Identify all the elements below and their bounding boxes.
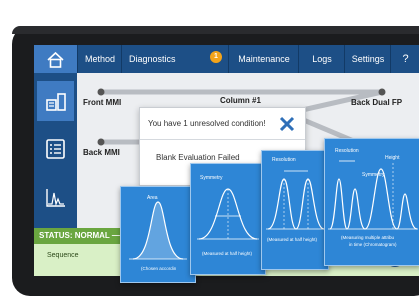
back-mmi-node — [97, 138, 105, 146]
dialog-divider — [140, 139, 305, 140]
sidebar-item-chromatogram[interactable] — [37, 177, 74, 217]
back-dual-fp-label: Back Dual FP — [351, 98, 403, 107]
card-resolution: Resolution (Measured at half height) — [261, 150, 329, 270]
back-mmi-label: Back MMI — [83, 148, 120, 157]
card-symmetry: Symmetry (Measured at half height) — [190, 163, 266, 275]
chromatogram-icon — [46, 189, 65, 207]
card-resolution-caption: (Measured at half height) — [267, 237, 318, 242]
card-multi-attribute: Resolution Height Symmetry (Measuring mu… — [324, 138, 419, 266]
dialog-close-button[interactable] — [277, 114, 297, 134]
card-symmetry-caption: (Measured at half height) — [202, 251, 253, 256]
list-icon — [46, 139, 65, 159]
tab-method[interactable]: Method — [77, 45, 122, 73]
card-area: Area (Chosen accordin — [120, 186, 196, 283]
front-mmi-label: Front MMI — [83, 98, 122, 107]
close-icon — [279, 116, 295, 132]
back-fp-node — [378, 88, 386, 96]
front-mmi-node — [97, 88, 105, 96]
sequence-label: Sequence — [47, 252, 79, 259]
resolution-peaks — [266, 170, 326, 230]
symmetry-peak — [197, 188, 259, 240]
sidebar — [34, 73, 77, 228]
help-button[interactable]: ? — [390, 45, 419, 73]
sidebar-item-instrument[interactable] — [37, 81, 74, 121]
tab-settings[interactable]: Settings — [344, 45, 391, 73]
card-multi-caption-1: (Measuring multiple attribu — [341, 235, 395, 240]
card-multi-caption-2: in time (Chromatogram) — [349, 242, 397, 247]
card-area-caption: (Chosen accordin — [141, 266, 177, 271]
top-nav: Method Diagnostics 1 Maintenance Logs Se… — [34, 45, 419, 73]
status-text: STATUS: NORMAL — — [39, 231, 120, 240]
tab-logs[interactable]: Logs — [298, 45, 345, 73]
dialog-message: You have 1 unresolved condition! — [148, 119, 266, 128]
column-label: Column #1 — [220, 96, 261, 105]
instrument-icon — [46, 93, 66, 111]
condition-item[interactable]: Blank Evaluation Failed — [156, 153, 240, 162]
home-icon — [47, 51, 64, 68]
home-button[interactable] — [34, 45, 77, 73]
sidebar-item-sequence-list[interactable] — [37, 129, 74, 169]
bezel-highlight — [12, 26, 419, 34]
tab-maintenance[interactable]: Maintenance — [228, 45, 299, 73]
diagnostics-alert-badge: 1 — [210, 51, 222, 63]
